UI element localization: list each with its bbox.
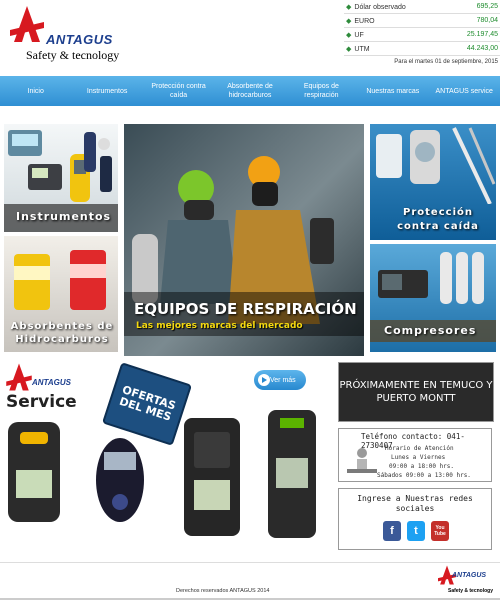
antagus-a-mark-icon	[10, 6, 44, 42]
rates-date: Para el martes 01 de septiembre, 2015	[394, 59, 498, 65]
service-label: Service	[6, 392, 77, 412]
contact-box: Teléfono contacto: 041-2730407 Horario d…	[338, 428, 492, 482]
hero-title: EQUIPOS DE RESPIRACIÓN	[134, 300, 357, 318]
rate-row-euro: ◆ EURO 780,04	[344, 14, 500, 28]
rate-value: 695,25	[476, 3, 498, 10]
gas-detectors-product-illustration	[8, 410, 316, 538]
absorbentes-banner[interactable]: Absorbentes de Hidrocarburos	[4, 236, 118, 352]
equipos-respiracion-hero[interactable]: EQUIPOS DE RESPIRACIÓN Las mejores marca…	[124, 124, 364, 356]
nav-item-inicio[interactable]: Inicio	[0, 76, 71, 106]
compresores-caption: Compresores	[384, 324, 477, 337]
rate-label: UF	[354, 31, 364, 39]
logo-tagline: Safety & tecnology	[26, 48, 120, 62]
rate-label: UTM	[354, 45, 370, 53]
footer-divider	[0, 562, 500, 563]
proximamente-banner[interactable]: PRÓXIMAMENTE EN TEMUCO Y PUERTO MONTT	[338, 362, 494, 422]
rate-label: EURO	[354, 17, 375, 25]
currency-rates-widget: ◆ Dólar observado 695,25 ◆ EURO 780,04 ◆ UF…	[344, 0, 500, 66]
rate-value: 44.243,00	[466, 45, 498, 52]
support-figure-icon	[347, 448, 377, 473]
rate-label: Dólar observado	[354, 3, 406, 11]
hero-subtitle: Las mejores marcas del mercado	[136, 321, 303, 331]
absorbentes-caption: Absorbentes de Hidrocarburos	[10, 321, 114, 345]
antagus-logo[interactable]: ANTAGUS Safety & tecnology	[10, 4, 130, 66]
nav-item-instrumentos[interactable]: Instrumentos	[71, 76, 142, 106]
proteccion-caption: Protección contra caída	[397, 207, 479, 232]
instrumentos-caption: Instrumentos	[16, 210, 112, 223]
nav-item-proteccion[interactable]: Protección contra caída	[143, 76, 214, 106]
nav-item-equipos[interactable]: Equipos de respiración	[286, 76, 357, 106]
service-brand: ANTAGUS	[32, 378, 71, 387]
rate-value: 25.197,45	[466, 31, 498, 38]
rate-row-uf: ◆ UF 25.197,45	[344, 28, 500, 42]
hours-sat: Sábados 09:00 a 13:00 hrs.	[377, 472, 471, 479]
proteccion-caida-banner[interactable]: Protección contra caída	[370, 124, 496, 240]
nav-item-service[interactable]: ANTAGUS service	[429, 76, 500, 106]
ver-mas-label: Ver más	[270, 376, 296, 384]
compresores-banner[interactable]: Compresores	[370, 244, 496, 352]
nav-item-absorbente[interactable]: Absorbente de hidrocarburos	[214, 76, 285, 106]
rate-value: 780,04	[476, 17, 498, 24]
absorbent-drums-illustration	[14, 250, 106, 310]
ver-mas-button[interactable]: Ver más	[254, 370, 306, 390]
social-box: Ingrese a Nuestras redes sociales f t Yo…	[338, 488, 492, 550]
page: ANTAGUS Safety & tecnology ◆ Dólar observ…	[0, 0, 500, 600]
instrumentos-banner[interactable]: Instrumentos	[4, 124, 118, 232]
compressor-illustration	[378, 252, 484, 304]
twitter-icon[interactable]: t	[407, 521, 425, 541]
fall-protection-illustration	[376, 127, 496, 204]
antagus-a-mark-icon	[6, 363, 32, 391]
social-icons: f t You Tube	[383, 521, 449, 541]
logo-brand: ANTAGUS	[46, 32, 113, 47]
social-title: Ingrese a Nuestras redes sociales	[357, 494, 473, 513]
rate-row-utm: ◆ UTM 44.243,00	[344, 42, 500, 56]
main-nav: Inicio Instrumentos Protección contra ca…	[0, 76, 500, 106]
gas-detector-illustration	[8, 130, 112, 202]
footer-brand: ANTAGUS	[452, 572, 487, 579]
hours-week: 09:00 a 18:00 hrs.	[389, 463, 455, 470]
hours-title: Horario de Atención	[385, 445, 454, 452]
footer-tagline: Safety & tecnology	[448, 588, 494, 594]
youtube-icon[interactable]: You Tube	[431, 521, 449, 541]
facebook-icon[interactable]: f	[383, 521, 401, 541]
hours-days: Lunes a Viernes	[391, 454, 446, 461]
rate-row-dolar: ◆ Dólar observado 695,25	[344, 0, 500, 14]
proximamente-text: PRÓXIMAMENTE EN TEMUCO Y PUERTO MONTT	[339, 380, 493, 404]
footer-antagus-logo[interactable]: ANTAGUS Safety & tecnology	[438, 564, 498, 598]
nav-item-marcas[interactable]: Nuestras marcas	[357, 76, 428, 106]
play-icon	[258, 374, 270, 386]
footer-copyright: Derechos reservados ANTAGUS 2014	[176, 588, 270, 594]
